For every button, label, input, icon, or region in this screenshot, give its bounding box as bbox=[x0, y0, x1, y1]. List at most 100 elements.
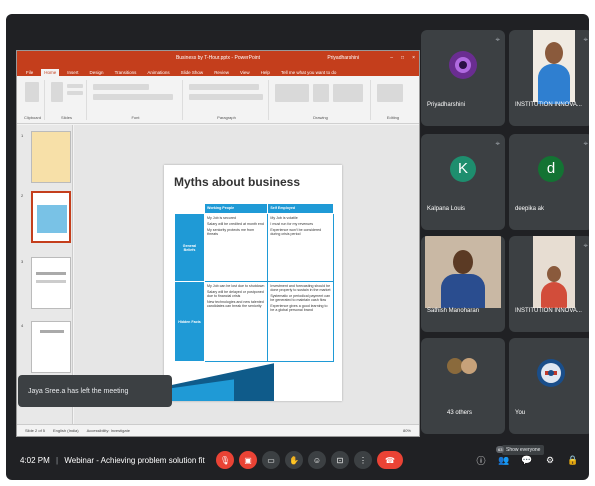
participant-name: Kalpana Louis bbox=[427, 206, 466, 212]
ppt-ribbon: Clipboard Slides Font Paragraph Drawing … bbox=[17, 76, 419, 124]
table-col-header: Working People bbox=[203, 203, 269, 214]
meet-window: Business by T-Hour.pptx - PowerPoint Pri… bbox=[6, 14, 589, 480]
participant-name: INSTITUTION INNOVA... bbox=[515, 102, 582, 108]
pin-icon[interactable]: ⌖ bbox=[583, 35, 588, 45]
emoji-button[interactable]: ☺ bbox=[308, 451, 326, 469]
ribbon-font[interactable]: Font bbox=[89, 80, 183, 120]
host-controls-button[interactable]: 🔒 bbox=[567, 455, 579, 466]
mic-off-icon: 🎙 bbox=[219, 455, 231, 465]
window-buttons: – □ × bbox=[390, 55, 415, 61]
status-accessibility[interactable]: Accessibility: Investigate bbox=[87, 428, 130, 433]
pin-icon[interactable]: ⌖ bbox=[495, 35, 500, 45]
current-slide[interactable]: Myths about business Working People Self… bbox=[164, 165, 342, 401]
side-controls: ⓘ 63 👥 💬 ⚙ 🔒 bbox=[475, 445, 579, 467]
menu-slideshow[interactable]: Slide Show bbox=[178, 69, 207, 76]
ribbon-drawing[interactable]: Drawing bbox=[271, 80, 371, 120]
separator: | bbox=[56, 455, 59, 465]
camera-off-icon: ▣ bbox=[244, 455, 252, 465]
ribbon-editing[interactable]: Editing bbox=[373, 80, 413, 120]
phone-hangup-icon: ☎ bbox=[385, 455, 395, 465]
menu-file[interactable]: File bbox=[23, 69, 36, 76]
minimize-icon[interactable]: – bbox=[390, 55, 393, 61]
lock-icon: 🔒 bbox=[567, 454, 579, 465]
participant-video bbox=[533, 236, 575, 308]
menu-animations[interactable]: Animations bbox=[144, 69, 172, 76]
participant-name: Sathish Manoharan bbox=[427, 308, 480, 314]
camera-off-button[interactable]: ▣ bbox=[239, 451, 257, 469]
participant-tile[interactable]: ⌖ INSTITUTION INNOVA... bbox=[509, 30, 589, 126]
chat-button[interactable]: 💬 bbox=[521, 455, 533, 466]
participant-tile[interactable]: ⌖ d deepika ak bbox=[509, 134, 589, 230]
participant-name: Priyadharshini bbox=[427, 102, 466, 108]
menu-help[interactable]: Help bbox=[258, 69, 273, 76]
menu-tell-me[interactable]: Tell me what you want to do bbox=[278, 69, 340, 76]
menu-transitions[interactable]: Transitions bbox=[112, 69, 140, 76]
activities-button[interactable]: ⚙ bbox=[544, 455, 556, 466]
maximize-icon[interactable]: □ bbox=[401, 55, 404, 61]
menu-insert[interactable]: Insert bbox=[64, 69, 81, 76]
slide-thumbnail[interactable] bbox=[31, 257, 71, 309]
table-row: Hidden Facts My Job can be lost due to s… bbox=[174, 281, 334, 362]
participant-name: You bbox=[515, 410, 526, 416]
table-col-header: Self Employed bbox=[267, 203, 334, 214]
call-controls: 🎙 ▣ ▭ ✋ ☺ ⊡ ⋮ ☎ bbox=[216, 451, 403, 469]
meeting-time: 4:02 PM bbox=[20, 455, 50, 465]
table-cell: My Job can be lost due to shutdown Salar… bbox=[203, 281, 269, 362]
mic-off-button[interactable]: 🎙 bbox=[216, 451, 234, 469]
raise-hand-button[interactable]: ✋ bbox=[285, 451, 303, 469]
participant-name: 43 others bbox=[447, 410, 473, 416]
slide-title: Myths about business bbox=[174, 175, 301, 189]
avatar: d bbox=[538, 155, 564, 182]
avatar bbox=[461, 358, 477, 374]
bottom-bar: 4:02 PM | Webinar - Achieving problem so… bbox=[6, 440, 589, 480]
table-cell: Investment and forecasting should be don… bbox=[267, 281, 334, 362]
participant-video bbox=[425, 236, 501, 308]
slide-thumbnail[interactable] bbox=[31, 321, 71, 373]
status-slide-count: Slide 2 of 5 bbox=[25, 428, 46, 433]
slide-thumbnail[interactable] bbox=[31, 131, 71, 183]
people-icon: 👥 bbox=[498, 454, 510, 465]
notification-toast: Jaya Sree.a has left the meeting bbox=[18, 375, 172, 407]
present-icon: ⊡ bbox=[336, 455, 344, 465]
table-row-header: General Beliefs bbox=[174, 213, 205, 282]
pin-icon[interactable]: ⌖ bbox=[583, 241, 588, 251]
people-count-badge: 63 bbox=[496, 445, 505, 453]
ppt-status-bar: Slide 2 of 5 English (India) Accessibili… bbox=[17, 424, 419, 436]
more-vert-icon: ⋮ bbox=[359, 455, 367, 465]
slide-thumbnail-selected[interactable] bbox=[31, 191, 71, 243]
captions-button[interactable]: ▭ bbox=[262, 451, 280, 469]
present-button[interactable]: ⊡ bbox=[331, 451, 349, 469]
ribbon-clipboard[interactable]: Clipboard bbox=[21, 80, 45, 120]
leave-call-button[interactable]: ☎ bbox=[377, 451, 403, 469]
participant-tile[interactable]: ⌖ K Kalpana Louis bbox=[421, 134, 505, 230]
myths-table: Working People Self Employed General Bel… bbox=[174, 203, 334, 362]
participant-name: INSTITUTION INNOVA... bbox=[515, 308, 582, 314]
meeting-info: 4:02 PM | Webinar - Achieving problem so… bbox=[20, 456, 205, 465]
people-button[interactable]: 63 👥 bbox=[496, 445, 510, 466]
menu-review[interactable]: Review bbox=[211, 69, 232, 76]
menu-view[interactable]: View bbox=[237, 69, 253, 76]
ppt-menu-bar: File Home Insert Design Transitions Anim… bbox=[17, 65, 419, 76]
info-button[interactable]: ⓘ bbox=[475, 454, 487, 467]
close-icon[interactable]: × bbox=[412, 55, 415, 61]
avatar bbox=[449, 50, 477, 79]
avatar: K bbox=[450, 155, 476, 182]
participant-tile[interactable]: ⌖ INSTITUTION INNOVA... bbox=[509, 236, 589, 332]
table-row-header: Hidden Facts bbox=[174, 281, 205, 362]
participant-tile[interactable]: ⌖ Sathish Manoharan bbox=[421, 236, 505, 332]
ribbon-slides[interactable]: Slides bbox=[47, 80, 87, 120]
status-zoom[interactable]: 80% bbox=[403, 428, 411, 433]
more-options-button[interactable]: ⋮ bbox=[354, 451, 372, 469]
chat-icon: 💬 bbox=[521, 454, 533, 465]
participant-tile-others[interactable]: 43 others bbox=[421, 338, 505, 434]
participant-tile[interactable]: ⌖ Priyadharshini bbox=[421, 30, 505, 126]
emoji-icon: ☺ bbox=[312, 455, 322, 465]
menu-design[interactable]: Design bbox=[87, 69, 107, 76]
table-cell: My Job is volatile I must run for my rev… bbox=[267, 213, 334, 282]
pin-icon[interactable]: ⌖ bbox=[583, 139, 588, 149]
pin-icon[interactable]: ⌖ bbox=[495, 139, 500, 149]
participant-tile-self[interactable]: You bbox=[509, 338, 589, 434]
menu-home[interactable]: Home bbox=[41, 69, 60, 76]
table-cell: My Job is secured Salary will be credite… bbox=[203, 213, 269, 282]
ribbon-paragraph[interactable]: Paragraph bbox=[185, 80, 269, 120]
